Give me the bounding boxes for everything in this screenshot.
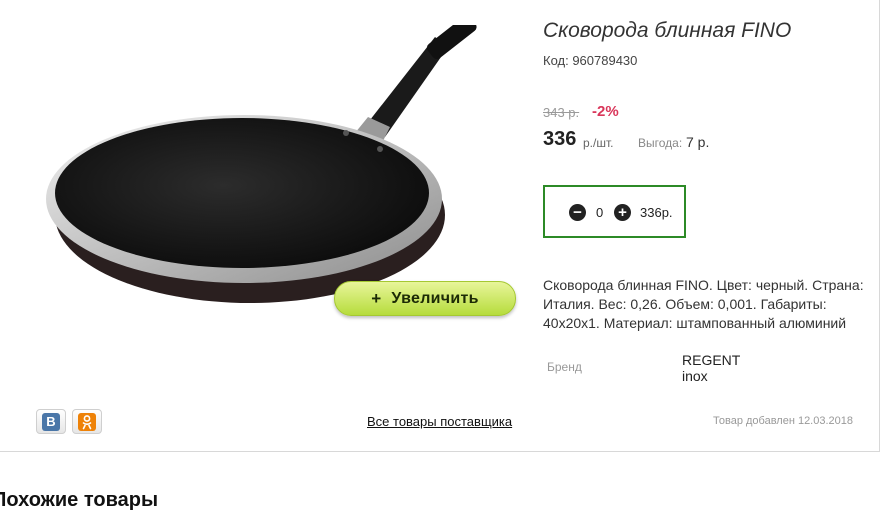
vk-icon: В xyxy=(42,412,60,431)
price-unit: р./шт. xyxy=(583,136,614,150)
brand-label: Бренд xyxy=(547,360,582,374)
supplier-products-link[interactable]: Все товары поставщика xyxy=(367,414,512,429)
minus-icon[interactable]: − xyxy=(569,204,586,221)
zoom-button[interactable]: + Увеличить xyxy=(334,281,516,316)
odnoklassniki-icon xyxy=(78,412,96,431)
price: 336 xyxy=(543,128,577,150)
plus-icon: + xyxy=(371,288,382,308)
vk-share-button[interactable]: В xyxy=(36,409,66,434)
benefit-label: Выгода: xyxy=(638,136,683,150)
cart-sum: 336р. xyxy=(640,205,673,220)
ok-share-button[interactable] xyxy=(72,409,102,434)
similar-products-heading: Похожие товары xyxy=(0,489,159,511)
frying-pan-image[interactable] xyxy=(30,25,530,325)
discount-badge: -2% xyxy=(592,103,619,120)
brand-value: REGENT inox xyxy=(682,352,741,384)
product-description: Сковорода блинная FINO. Цвет: черный. Ст… xyxy=(543,277,864,331)
zoom-button-label: Увеличить xyxy=(391,289,479,307)
quantity-value: 0 xyxy=(596,205,604,220)
added-date: Товар добавлен 12.03.2018 xyxy=(713,415,854,427)
cart-quantity-box: − 0 + 336р. xyxy=(543,185,686,238)
old-price: 343 р. xyxy=(543,105,580,120)
product-code: Код: 960789430 xyxy=(543,53,638,68)
benefit-value: 7 р. xyxy=(686,134,710,150)
plus-circle-icon[interactable]: + xyxy=(614,204,631,221)
product-title: Сковорода блинная FINO xyxy=(543,19,792,42)
